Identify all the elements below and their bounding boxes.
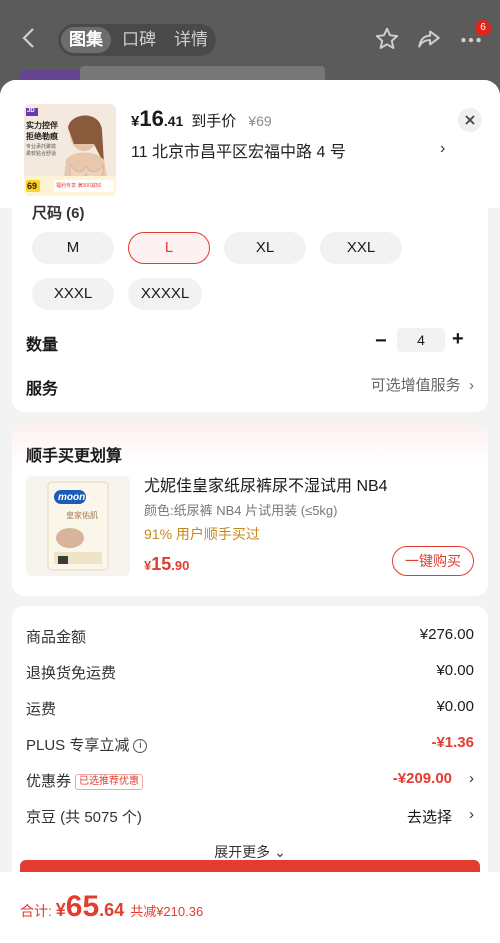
bundle-product-image bbox=[26, 476, 130, 576]
quantity-decrement-button[interactable]: − bbox=[375, 330, 387, 353]
bundle-thumb-brand: moony bbox=[58, 492, 91, 503]
bundle-product-spec: 颜色:纸尿裤 NB4 片试用装 (≤5kg) bbox=[144, 503, 338, 518]
size-option-xxl[interactable]: XXL bbox=[320, 232, 402, 264]
size-option-l[interactable]: L bbox=[128, 232, 210, 264]
thumb-line1: 实力控伴 bbox=[26, 121, 58, 130]
service-selector[interactable]: 可选增值服务 › bbox=[371, 374, 474, 395]
fee-row-return-shipping: 退换货免运费 ¥0.00 bbox=[26, 662, 474, 684]
thumb-promo: 福利专享 满300减50 bbox=[56, 183, 102, 189]
total-currency: ¥ bbox=[55, 900, 66, 920]
fee-row-jingdou[interactable]: 京豆 (共 5075 个) 去选择 › bbox=[26, 806, 474, 828]
sheet-header: JD 实力控伴 拒绝勒痕 专业承托聚拢 柔软贴合舒适 69 福利专享 满300减… bbox=[0, 80, 500, 208]
bundle-price-integer: 15 bbox=[151, 554, 172, 574]
coupon-label: 优惠券 bbox=[26, 773, 72, 790]
watermark-logo: 値値値 zhizhizhi.com bbox=[350, 860, 500, 943]
thumb-sub: 专业承托聚拢 柔软贴合舒适 bbox=[26, 144, 57, 157]
back-arrow-icon[interactable] bbox=[18, 26, 42, 50]
thumb-price-tag: 69 bbox=[27, 181, 38, 191]
service-value: 可选增值服务 bbox=[370, 377, 461, 394]
fee-label: 退换货免运费 bbox=[26, 665, 117, 682]
top-navigation-bar: 图集 口碑 详情 6 bbox=[0, 0, 500, 88]
fee-row-coupon[interactable]: 优惠券 已选推荐优惠 -¥209.00 › bbox=[26, 770, 474, 792]
size-option-xxxxl[interactable]: XXXXL bbox=[128, 278, 202, 310]
jingdou-select: 去选择 bbox=[406, 809, 452, 826]
fee-label: 商品金额 bbox=[26, 629, 87, 646]
quantity-increment-button[interactable]: + bbox=[452, 328, 464, 351]
price-decimal: .41 bbox=[163, 113, 184, 129]
purchase-sheet: JD 实力控伴 拒绝勒痕 专业承托聚拢 柔软贴合舒适 69 福利专享 满300减… bbox=[0, 80, 500, 943]
fee-label: PLUS 专享立减 i bbox=[26, 734, 148, 755]
price-line: ¥16.41 到手价 ¥69 bbox=[131, 106, 272, 132]
product-thumbnail[interactable]: JD 实力控伴 拒绝勒痕 专业承托聚拢 柔软贴合舒适 69 福利专享 满300减… bbox=[24, 104, 116, 196]
bundle-bought-rate: 91% 用户顺手买过 bbox=[144, 526, 260, 542]
options-card: 尺码 (6) M L XL XXL XXXL XXXXL 数量 − 4 + 服务… bbox=[12, 205, 488, 412]
tab-switcher: 图集 口碑 详情 bbox=[58, 24, 216, 56]
total-amount: 合计: ¥65.64 共减¥210.36 bbox=[20, 890, 203, 924]
bundle-thumb-line: 皇家佑肌 bbox=[66, 511, 98, 520]
size-option-m[interactable]: M bbox=[32, 232, 114, 264]
close-icon[interactable] bbox=[458, 108, 482, 132]
chevron-right-icon[interactable]: › bbox=[440, 140, 445, 158]
bundle-title: 顺手买更划算 bbox=[26, 448, 123, 465]
fee-value: ¥0.00 bbox=[436, 662, 474, 679]
fee-row-goods: 商品金额 ¥276.00 bbox=[26, 626, 474, 648]
chevron-right-icon: › bbox=[469, 806, 474, 823]
fee-value: -¥1.36 bbox=[431, 734, 474, 751]
original-price: ¥69 bbox=[248, 113, 272, 129]
tab-details[interactable]: 详情 bbox=[174, 24, 208, 56]
fee-value: ¥0.00 bbox=[436, 698, 474, 715]
watermark-site: zhizhizhi.com bbox=[356, 914, 460, 931]
info-icon[interactable]: i bbox=[133, 739, 148, 754]
plus-discount-label: PLUS 专享立减 bbox=[26, 737, 130, 754]
total-saved: 共减¥210.36 bbox=[130, 904, 204, 919]
star-icon[interactable] bbox=[374, 26, 400, 52]
thumb-brand: JD bbox=[27, 108, 35, 114]
delivery-address[interactable]: 11 北京市昌平区宏福中路 4 号 bbox=[131, 138, 346, 162]
bundle-price: ¥15.90 bbox=[144, 554, 189, 575]
service-label: 服务 bbox=[26, 381, 59, 398]
size-option-xl[interactable]: XL bbox=[224, 232, 306, 264]
size-option-xxxl[interactable]: XXXL bbox=[32, 278, 114, 310]
price-label: 到手价 bbox=[191, 113, 237, 130]
bundle-product-name[interactable]: 尤妮佳皇家纸尿裤尿不湿试用 NB4 bbox=[144, 472, 388, 496]
notification-badge: 6 bbox=[475, 20, 491, 36]
chevron-right-icon: › bbox=[469, 377, 474, 394]
size-section-title: 尺码 (6) bbox=[32, 205, 85, 222]
fee-value: -¥209.00 bbox=[392, 770, 452, 787]
chevron-right-icon: › bbox=[469, 770, 474, 787]
bundle-price-decimal: .90 bbox=[171, 558, 190, 573]
fee-row-plus-discount: PLUS 专享立减 i -¥1.36 bbox=[26, 734, 474, 756]
tab-reviews[interactable]: 口碑 bbox=[122, 24, 156, 56]
total-integer: 65 bbox=[65, 890, 100, 923]
price-integer: 16 bbox=[139, 106, 164, 131]
one-click-buy-button[interactable]: 一键购买 bbox=[392, 546, 474, 576]
tab-gallery[interactable]: 图集 bbox=[61, 27, 111, 53]
total-label: 合计: bbox=[20, 903, 56, 919]
fee-row-shipping: 运费 ¥0.00 bbox=[26, 698, 474, 720]
coupon-recommended-tag: 已选推荐优惠 bbox=[75, 774, 144, 791]
fee-label: 优惠券 已选推荐优惠 bbox=[26, 770, 144, 791]
fee-label: 运费 bbox=[26, 701, 57, 718]
share-icon[interactable] bbox=[416, 26, 442, 52]
total-decimal: .64 bbox=[99, 900, 125, 920]
thumb-line2: 拒绝勒痕 bbox=[26, 132, 58, 141]
expand-more-button[interactable]: 展开更多 ⌄ bbox=[12, 842, 488, 862]
quantity-input[interactable]: 4 bbox=[397, 328, 445, 352]
quantity-label: 数量 bbox=[26, 337, 59, 354]
fee-value: ¥276.00 bbox=[419, 626, 474, 643]
fee-label: 京豆 (共 5075 个) bbox=[26, 809, 142, 826]
bundle-card: 顺手买更划算 moony 皇家佑肌 尤妮佳皇家纸尿裤尿不湿试用 NB4 颜色:纸… bbox=[12, 424, 488, 596]
bundle-product-thumbnail[interactable]: moony 皇家佑肌 bbox=[26, 476, 130, 576]
